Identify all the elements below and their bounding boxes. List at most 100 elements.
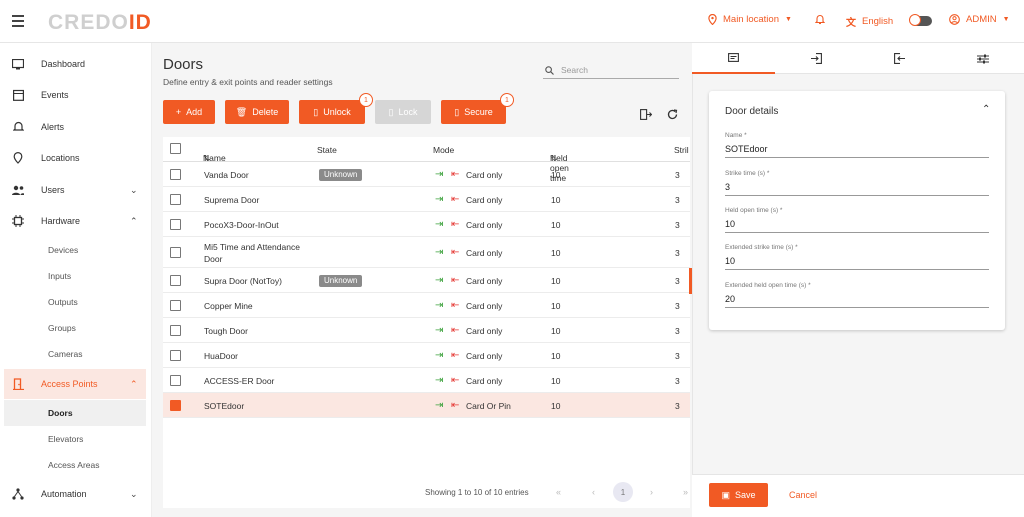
entry-icon: ⇥ xyxy=(435,274,444,286)
location-pin-icon xyxy=(12,152,24,164)
sidebar-item-label: Events xyxy=(41,90,69,100)
sidebar-item-automation[interactable]: Automation ⌄ xyxy=(0,479,152,509)
table-row[interactable]: Vanda Door Unknown ⇥ ⇤ Card only 10 3 xyxy=(163,162,690,187)
door-name: Mi5 Time and Attendance xyxy=(204,242,300,252)
sidebar-item-locations[interactable]: Locations xyxy=(0,143,152,173)
door-name: Suprema Door xyxy=(204,194,260,205)
sidebar-item-inputs[interactable]: Inputs xyxy=(4,263,146,289)
held-open-time-field[interactable]: Held open time (s) * 10 xyxy=(725,207,989,233)
tab-exit[interactable] xyxy=(858,43,941,74)
strike-time: 3 xyxy=(675,169,680,180)
doors-table: Name ⇅ State Mode Held open time ⇅ Stril… xyxy=(163,137,690,508)
sidebar-item-devices[interactable]: Devices xyxy=(4,237,146,263)
strike-time-field[interactable]: Strike time (s) * 3 xyxy=(725,170,989,196)
table-row[interactable]: Tough Door ⇥ ⇤ Card only 10 3 xyxy=(163,318,690,343)
automation-icon xyxy=(12,488,24,500)
sidebar-item-groups[interactable]: Groups xyxy=(4,315,146,341)
unlock-button[interactable]: ▯ Unlock 1 xyxy=(299,93,373,124)
tab-details[interactable] xyxy=(692,43,775,74)
entry-icon: ⇥ xyxy=(435,246,444,258)
notifications-button[interactable] xyxy=(815,14,825,25)
row-checkbox[interactable] xyxy=(170,374,181,386)
exit-icon: ⇤ xyxy=(451,299,460,311)
search-input[interactable]: Search xyxy=(543,63,679,79)
door-mode: Card only xyxy=(466,169,503,180)
field-label: Extended held open time (s) * xyxy=(725,282,811,289)
menu-icon[interactable] xyxy=(12,15,24,27)
lock-label: Lock xyxy=(398,107,418,117)
sidebar-item-access-points[interactable]: Access Points ⌃ xyxy=(4,369,146,399)
table-row[interactable]: SOTEdoor ⇥ ⇤ Card Or Pin 10 3 xyxy=(163,393,690,418)
door-mode: Card Or Pin xyxy=(466,400,511,411)
table-row[interactable]: Supra Door (NotToy) Unknown ⇥ ⇤ Card only 10 3 xyxy=(163,268,690,293)
location-pin-icon xyxy=(708,14,717,25)
row-checkbox[interactable] xyxy=(170,299,181,311)
held-open-time: 10 xyxy=(551,194,561,205)
secure-button[interactable]: ▯ Secure 1 xyxy=(441,93,514,124)
row-checkbox[interactable] xyxy=(170,246,181,258)
card-title: Door details xyxy=(725,106,779,117)
row-checkbox[interactable] xyxy=(170,218,181,230)
row-checkbox[interactable] xyxy=(170,274,181,286)
sidebar-item-label: Locations xyxy=(41,153,80,163)
tab-settings[interactable] xyxy=(941,43,1024,74)
sidebar-item-events[interactable]: Events xyxy=(0,80,152,110)
export-icon[interactable] xyxy=(640,107,653,120)
select-all-checkbox[interactable] xyxy=(170,143,181,154)
table-row[interactable]: Copper Mine ⇥ ⇤ Card only 10 3 xyxy=(163,293,690,318)
delete-button[interactable]: 🗑 Delete xyxy=(225,100,289,124)
sidebar-item-access-areas[interactable]: Access Areas xyxy=(4,452,146,478)
collapse-icon[interactable]: ⌃ xyxy=(982,104,990,115)
sun-icon xyxy=(909,14,921,26)
row-checkbox[interactable] xyxy=(170,324,181,336)
lock-button[interactable]: ▯ Lock xyxy=(375,100,431,124)
add-button[interactable]: + Add xyxy=(163,100,215,124)
entry-icon: ⇥ xyxy=(435,324,444,336)
table-row[interactable]: Suprema Door ⇥ ⇤ Card only 10 3 xyxy=(163,187,690,212)
row-checkbox[interactable] xyxy=(170,349,181,361)
name-field[interactable]: Name * SOTEdoor xyxy=(725,132,989,158)
prev-page-icon[interactable]: ‹ xyxy=(592,487,595,497)
page-number[interactable]: 1 xyxy=(613,482,633,502)
table-row[interactable]: ACCESS-ER Door ⇥ ⇤ Card only 10 3 xyxy=(163,368,690,393)
table-row[interactable]: HuaDoor ⇥ ⇤ Card only 10 3 xyxy=(163,343,690,368)
row-checkbox[interactable] xyxy=(170,168,181,180)
users-icon xyxy=(12,184,24,196)
sidebar-item-dashboard[interactable]: Dashboard xyxy=(0,49,152,79)
sidebar-item-hardware[interactable]: Hardware ⌃ xyxy=(0,206,152,236)
next-page-icon[interactable]: › xyxy=(650,487,653,497)
field-label: Extended strike time (s) * xyxy=(725,244,798,251)
user-menu[interactable]: ADMIN ▼ xyxy=(949,14,1010,25)
row-checkbox[interactable] xyxy=(170,399,181,411)
field-label: Strike time (s) * xyxy=(725,170,770,177)
last-page-icon[interactable]: » xyxy=(683,487,688,497)
tab-entry[interactable] xyxy=(775,43,858,74)
exit-icon: ⇤ xyxy=(451,274,460,286)
first-page-icon[interactable]: « xyxy=(556,487,561,497)
entry-icon: ⇥ xyxy=(435,374,444,386)
door-name: HuaDoor xyxy=(204,350,239,361)
door-name-line2: Door xyxy=(204,254,223,264)
extended-strike-time-field[interactable]: Extended strike time (s) * 10 xyxy=(725,244,989,270)
theme-toggle[interactable] xyxy=(909,14,932,26)
sidebar-item-cameras[interactable]: Cameras xyxy=(4,341,146,367)
table-header: Name ⇅ State Mode Held open time ⇅ Stril xyxy=(163,137,690,183)
table-row[interactable]: Door Mi5 Time and Attendance ⇥ ⇤ Card only 10… xyxy=(163,237,690,268)
sidebar-item-alerts[interactable]: Alerts xyxy=(0,112,152,142)
floppy-icon: ▣ xyxy=(721,489,730,500)
refresh-icon[interactable] xyxy=(667,107,678,120)
table-row[interactable]: PocoX3-Door-InOut ⇥ ⇤ Card only 10 3 xyxy=(163,212,690,237)
extended-held-open-time-field[interactable]: Extended held open time (s) * 20 xyxy=(725,282,989,308)
strike-time: 3 xyxy=(675,194,680,205)
row-checkbox[interactable] xyxy=(170,193,181,205)
save-button[interactable]: ▣ Save xyxy=(709,483,768,507)
language-selector[interactable]: 文 English xyxy=(846,14,893,29)
sidebar-item-outputs[interactable]: Outputs xyxy=(4,289,146,315)
door-name: Tough Door xyxy=(204,325,248,336)
location-selector[interactable]: Main location ▼ xyxy=(708,14,792,25)
sidebar-item-users[interactable]: Users ⌄ xyxy=(0,175,152,205)
sidebar-item-doors[interactable]: Doors xyxy=(4,400,146,426)
held-open-time: 10 xyxy=(551,325,561,336)
sidebar-item-elevators[interactable]: Elevators xyxy=(4,426,146,452)
cancel-button[interactable]: Cancel xyxy=(789,490,817,500)
